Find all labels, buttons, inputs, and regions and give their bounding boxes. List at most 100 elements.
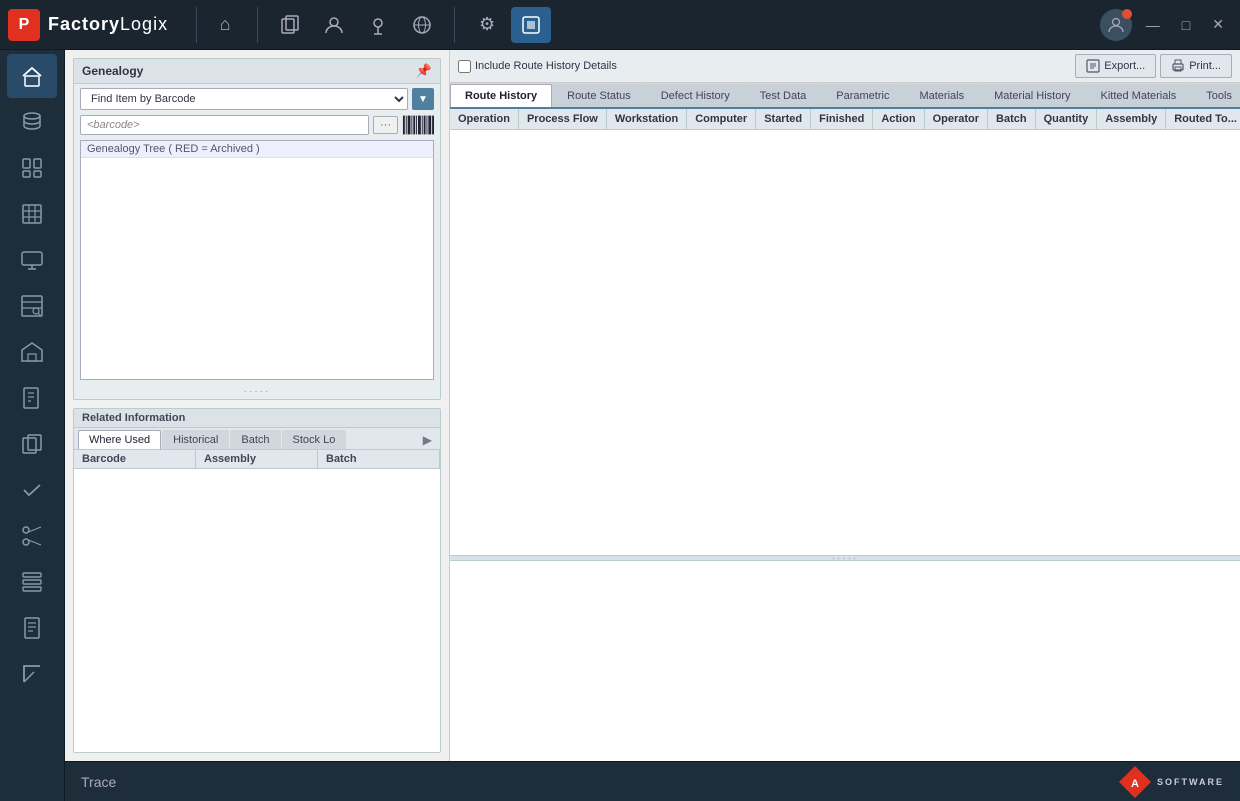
status-label: Trace [81,774,116,790]
nav-home-btn[interactable]: ⌂ [205,7,245,43]
col-computer: Computer [687,109,756,130]
col-routed-to: Routed To... [1166,109,1240,130]
sidebar-item-home[interactable] [7,54,57,98]
barcode-icon[interactable] [402,114,434,136]
tree-content [81,158,433,358]
titlebar-right: — □ ✕ [1100,9,1232,41]
print-btn[interactable]: Print... [1160,54,1232,78]
col-batch: Batch [988,109,1036,130]
tab-test-data[interactable]: Test Data [745,84,821,107]
nav-location-btn[interactable] [358,7,398,43]
related-table-body [74,469,440,752]
aegis-diamond-icon: A [1117,764,1153,800]
right-tabs: Route History Route Status Defect Histor… [450,83,1240,109]
nav-trace-btn[interactable] [511,7,551,43]
genealogy-header: Genealogy 📌 [74,59,440,84]
col-quantity: Quantity [1035,109,1097,130]
tab-parametric[interactable]: Parametric [821,84,904,107]
col-action: Action [873,109,924,130]
related-info-box: Related Information Where Used Historica… [73,408,441,753]
aegis-software-label: SOFTWARE [1157,777,1224,787]
sidebar-item-monitor[interactable] [7,238,57,282]
titlebar-separator [196,7,197,43]
sidebar-item-search-grid[interactable] [7,284,57,328]
sidebar [0,50,65,801]
genealogy-tree-box: Genealogy Tree ( RED = Archived ) [80,140,434,380]
export-print-row: Export... Print... [1075,54,1232,78]
panels: Genealogy 📌 Find Item by Barcode ▼ ··· [65,50,1240,761]
nav-gear-btn[interactable]: ⚙ [467,7,507,43]
tab-where-used[interactable]: Where Used [78,430,161,449]
tab-route-history[interactable]: Route History [450,84,552,107]
sidebar-item-data[interactable] [7,100,57,144]
maximize-btn[interactable]: □ [1174,13,1198,37]
tab-batch[interactable]: Batch [230,430,280,449]
bottom-panel [450,561,1240,761]
nav-globe-btn[interactable] [402,7,442,43]
print-icon [1171,59,1185,73]
user-notification-badge [1122,9,1132,19]
titlebar: P FactoryLogix ⌂ ⚙ — □ ✕ [0,0,1240,50]
route-history-table: Operation Process Flow Workstation Compu… [450,109,1240,130]
sidebar-item-list[interactable] [7,560,57,604]
related-table-header: Barcode Assembly Batch [74,450,440,469]
tab-route-status[interactable]: Route Status [552,84,646,107]
sep3 [454,7,455,43]
sidebar-item-scissors[interactable] [7,514,57,558]
sidebar-item-copy[interactable] [7,422,57,466]
genealogy-tree-header: Genealogy Tree ( RED = Archived ) [81,141,433,158]
sidebar-item-doc[interactable] [7,606,57,650]
col-batch: Batch [318,450,440,468]
main-layout: Genealogy 📌 Find Item by Barcode ▼ ··· [0,50,1240,801]
col-workstation: Workstation [606,109,686,130]
barcode-input[interactable] [80,115,369,135]
find-method-dropdown[interactable]: Find Item by Barcode [80,88,408,110]
minimize-btn[interactable]: — [1138,13,1168,37]
right-panel: Include Route History Details Export... … [450,50,1240,761]
col-finished: Finished [811,109,873,130]
col-assembly: Assembly [196,450,318,468]
col-assembly: Assembly [1097,109,1166,130]
genealogy-resize-handle[interactable]: ····· [74,384,440,399]
tab-historical[interactable]: Historical [162,430,229,449]
col-barcode: Barcode [74,450,196,468]
col-operation: Operation [450,109,518,130]
genealogy-search-row: Find Item by Barcode ▼ [74,84,440,114]
genealogy-box: Genealogy 📌 Find Item by Barcode ▼ ··· [73,58,441,400]
content-area: Genealogy 📌 Find Item by Barcode ▼ ··· [65,50,1240,801]
col-operator: Operator [924,109,987,130]
pin-icon[interactable]: 📌 [416,63,432,79]
tab-kitted-materials[interactable]: Kitted Materials [1085,84,1191,107]
tab-stock-lo[interactable]: Stock Lo [282,430,347,449]
include-history-checkbox[interactable] [458,60,471,73]
sidebar-item-check[interactable] [7,468,57,512]
dropdown-arrow-btn[interactable]: ▼ [412,88,434,110]
col-process-flow: Process Flow [518,109,606,130]
export-icon [1086,59,1100,73]
titlebar-nav: ⌂ ⚙ [205,7,551,43]
sidebar-item-warehouse[interactable] [7,330,57,374]
sidebar-item-grid[interactable] [7,192,57,236]
related-info-tabs: Where Used Historical Batch Stock Lo ▶ [74,428,440,450]
export-btn[interactable]: Export... [1075,54,1156,78]
status-bar: Trace A SOFTWARE [65,761,1240,801]
include-history-label: Include Route History Details [475,60,617,72]
related-info-title: Related Information [74,409,440,428]
related-tabs-arrow[interactable]: ▶ [419,431,436,449]
nav-copy-btn[interactable] [270,7,310,43]
genealogy-title: Genealogy [82,64,143,78]
tab-defect-history[interactable]: Defect History [646,84,745,107]
tab-tools[interactable]: Tools [1191,84,1240,107]
tab-materials[interactable]: Materials [904,84,979,107]
include-history-row: Include Route History Details [458,60,617,73]
sidebar-item-arrow[interactable] [7,652,57,696]
app-name: FactoryLogix [48,14,168,35]
close-btn[interactable]: ✕ [1204,12,1232,37]
user-avatar[interactable] [1100,9,1132,41]
nav-users-btn[interactable] [314,7,354,43]
tab-material-history[interactable]: Material History [979,84,1085,107]
sidebar-item-book[interactable] [7,376,57,420]
barcode-dots-btn[interactable]: ··· [373,116,398,134]
sidebar-item-scan[interactable] [7,146,57,190]
aegis-logo: A SOFTWARE [1117,764,1224,800]
